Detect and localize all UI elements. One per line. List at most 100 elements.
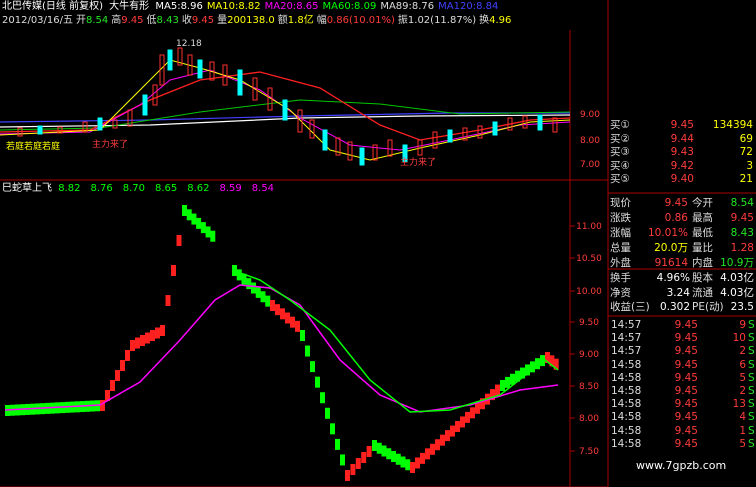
indicator-block (455, 421, 460, 432)
fundamental-row: 收益(三) 0.302 PE(动) 23.5 (608, 301, 756, 314)
orderbook-row: 买③ 9.43 72 (608, 146, 756, 159)
tick-time: 14:58 (611, 371, 642, 384)
orderbook-label: 买① (610, 119, 630, 131)
stats-row: 外盘 91614 内盘 10.9万 (608, 257, 756, 270)
indicator-block (165, 295, 171, 306)
indicator-block (335, 438, 340, 450)
indicator-block (140, 335, 145, 346)
candlestick (492, 121, 498, 136)
indicator-block (270, 300, 275, 311)
tick-price: 9.45 (674, 345, 698, 358)
tick-time: 14:57 (611, 345, 642, 358)
indicator-block (445, 430, 450, 442)
fund-label: 换手 (610, 272, 631, 284)
main-axis-label: 8.00 (580, 136, 600, 146)
watermark-text: www.7gpzb.com (636, 459, 727, 472)
indicator-block (386, 448, 392, 460)
indicator-block (171, 265, 176, 276)
tick-row[interactable]: 14:58 9.45 13 S (608, 398, 756, 411)
indicator-block (450, 425, 455, 437)
orderbook-volume: 134394 (712, 119, 753, 131)
stat-label: 量比 (692, 242, 713, 254)
chart-annotation: 主力来了 (400, 156, 436, 168)
stat-label: 涨跌 (610, 212, 631, 224)
indicator-block (345, 470, 350, 481)
indicator-block (366, 446, 372, 457)
indicator-block (495, 384, 500, 396)
orderbook-volume: 69 (739, 132, 753, 145)
tick-row[interactable]: 14:58 9.45 1 S (608, 425, 756, 438)
tick-time: 14:57 (611, 332, 642, 345)
tick-row[interactable]: 14:58 9.45 5 S (608, 372, 756, 385)
stat-value: 0.86 (664, 212, 688, 224)
sub-axis-label: 9.50 (579, 318, 599, 328)
sub-axis-label: 10.00 (576, 287, 602, 297)
tick-side: S (748, 411, 755, 424)
stat-label: 今开 (692, 197, 713, 209)
indicator-block (420, 452, 425, 464)
indicator-block (430, 443, 435, 455)
tick-row[interactable]: 14:57 9.45 10 S (608, 332, 756, 345)
indicator-block (210, 230, 216, 242)
stat-label: 最低 (692, 227, 713, 239)
tick-price: 9.45 (674, 319, 698, 331)
tick-price: 9.45 (674, 437, 698, 450)
stat-value: 8.43 (730, 227, 754, 239)
orderbook-price: 9.45 (670, 119, 694, 131)
indicator-block (205, 226, 211, 238)
tick-time: 14:58 (611, 411, 642, 424)
candlestick (447, 129, 453, 143)
indicator-block (130, 340, 135, 351)
stat-value: 10.01% (647, 227, 688, 239)
orderbook-price: 9.44 (670, 132, 694, 145)
sub-axis-label: 8.50 (579, 382, 599, 392)
tick-row[interactable]: 14:57 9.45 2 S (608, 345, 756, 358)
indicator-block (135, 337, 140, 349)
tick-side: S (748, 437, 755, 450)
indicator-block (100, 400, 105, 411)
indicator-block (405, 459, 411, 471)
indicator-block (300, 330, 305, 341)
candlestick (152, 84, 158, 106)
indicator-block (355, 458, 361, 469)
indicator-block (505, 376, 510, 388)
candlestick (552, 117, 558, 133)
candlestick (432, 131, 438, 149)
orderbook-volume: 72 (739, 146, 753, 158)
tick-row[interactable]: 14:58 9.45 2 S (608, 385, 756, 398)
tick-volume: 1 (739, 424, 746, 437)
orderbook-label: 买④ (610, 159, 630, 172)
stat-value: 8.54 (730, 197, 754, 209)
indicator-block (325, 407, 330, 419)
tick-time: 14:58 (611, 424, 642, 437)
tick-row[interactable]: 14:58 9.45 5 S (608, 438, 756, 451)
indicator-block (415, 457, 420, 469)
tick-side: S (748, 371, 755, 384)
fund-label: 股本 (692, 272, 713, 284)
orderbook-price: 9.42 (670, 159, 694, 172)
stat-label: 内盘 (692, 257, 713, 269)
tick-side: S (748, 358, 755, 371)
tick-side: S (748, 332, 755, 345)
stat-value: 10.9万 (720, 257, 754, 269)
candlestick (477, 125, 483, 139)
tick-row[interactable]: 14:57 9.45 9 S (608, 319, 756, 332)
tick-row[interactable]: 14:58 9.45 4 S (608, 411, 756, 424)
indicator-block (381, 445, 387, 457)
main-axis-label: 9.00 (580, 110, 600, 120)
candlestick (537, 114, 543, 131)
tick-time: 14:58 (611, 385, 642, 397)
indicator-block (110, 380, 115, 391)
tick-row[interactable]: 14:58 9.45 6 S (608, 359, 756, 372)
tick-side: S (748, 319, 755, 331)
sub-axis-label: 10.50 (576, 254, 602, 264)
tick-price: 9.45 (674, 332, 698, 345)
stat-label: 涨幅 (610, 227, 631, 239)
indicator-block (120, 360, 125, 371)
orderbook-volume: 21 (739, 173, 753, 185)
indicator-block (275, 304, 280, 316)
orderbook-label: 买② (610, 132, 630, 145)
stats-row: 涨幅 10.01% 最低 8.43 (608, 227, 756, 240)
tick-price: 9.45 (674, 358, 698, 371)
indicator-block (196, 217, 202, 229)
